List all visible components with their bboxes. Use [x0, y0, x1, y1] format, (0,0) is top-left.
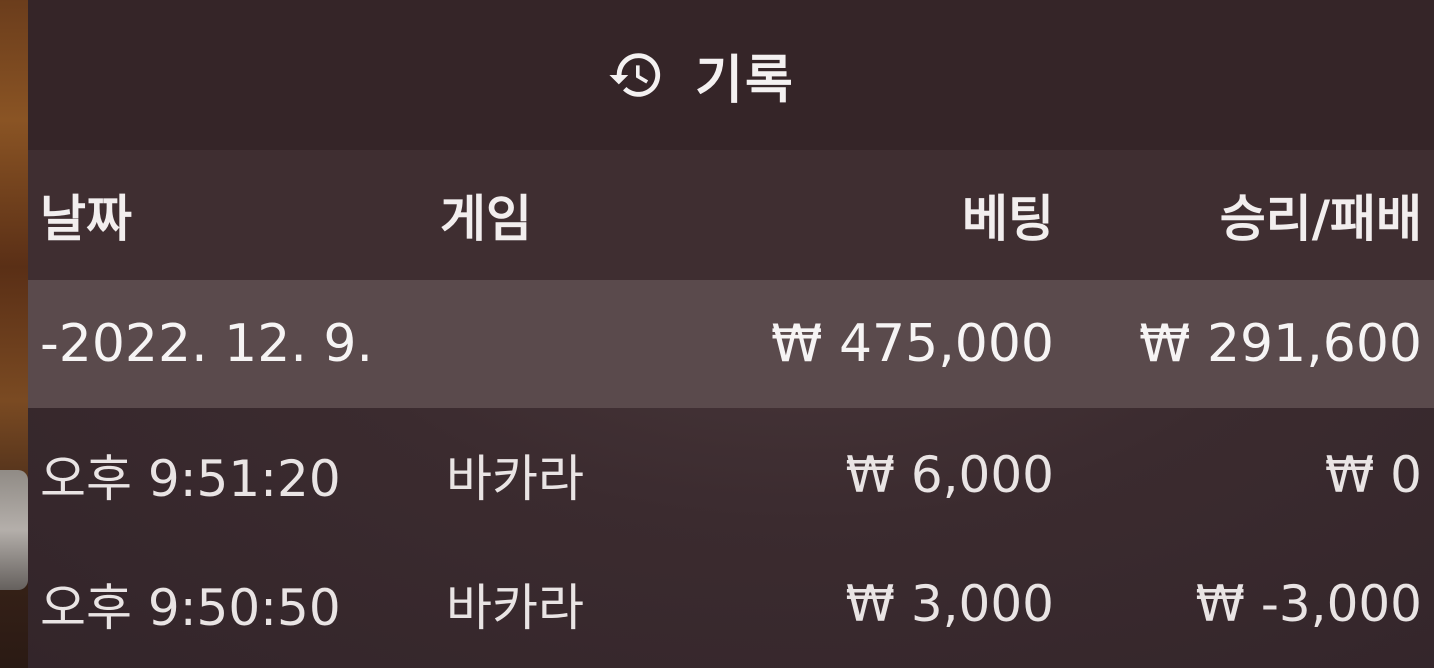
table-header: 날짜 게임 베팅 승리/패배 [28, 150, 1434, 280]
row-time: 오후 9:50:50 [40, 579, 341, 637]
row-bet: ₩ 6,000 [845, 446, 1054, 504]
table-row[interactable]: 오후 9:50:50 바카라 ₩ 3,000 ₩ -3,000 [28, 540, 1434, 668]
date-summary-row[interactable]: -2022. 12. 9. ₩ 475,000 ₩ 291,600 [28, 280, 1434, 408]
chip-stack-image [0, 470, 28, 590]
row-time: 오후 9:51:20 [40, 450, 341, 508]
history-header: 기록 [28, 0, 1434, 150]
row-win-loss: ₩ -3,000 [1195, 575, 1422, 633]
row-game: 바카라 [446, 450, 584, 508]
row-win-loss: ₩ 0 [1324, 446, 1422, 504]
row-game: 바카라 [446, 579, 584, 637]
summary-win-loss-total: ₩ 291,600 [1139, 314, 1422, 374]
column-header-win-loss[interactable]: 승리/패배 [1220, 150, 1422, 280]
summary-date: -2022. 12. 9. [40, 314, 373, 374]
summary-bet-total: ₩ 475,000 [771, 314, 1054, 374]
game-table-backdrop [0, 0, 28, 668]
column-header-bet[interactable]: 베팅 [962, 150, 1054, 280]
history-panel: 기록 날짜 게임 베팅 승리/패배 -2022. 12. 9. ₩ 475,00… [28, 0, 1434, 668]
history-icon [609, 53, 661, 97]
page-title: 기록 [695, 50, 795, 111]
table-row[interactable]: 오후 9:51:20 바카라 ₩ 6,000 ₩ 0 [28, 410, 1434, 540]
row-bet: ₩ 3,000 [845, 575, 1054, 633]
history-screen: 기록 날짜 게임 베팅 승리/패배 -2022. 12. 9. ₩ 475,00… [0, 0, 1434, 668]
column-header-date[interactable]: 날짜 [40, 150, 132, 280]
header-title-group: 기록 [607, 38, 795, 113]
column-header-game[interactable]: 게임 [440, 150, 532, 280]
